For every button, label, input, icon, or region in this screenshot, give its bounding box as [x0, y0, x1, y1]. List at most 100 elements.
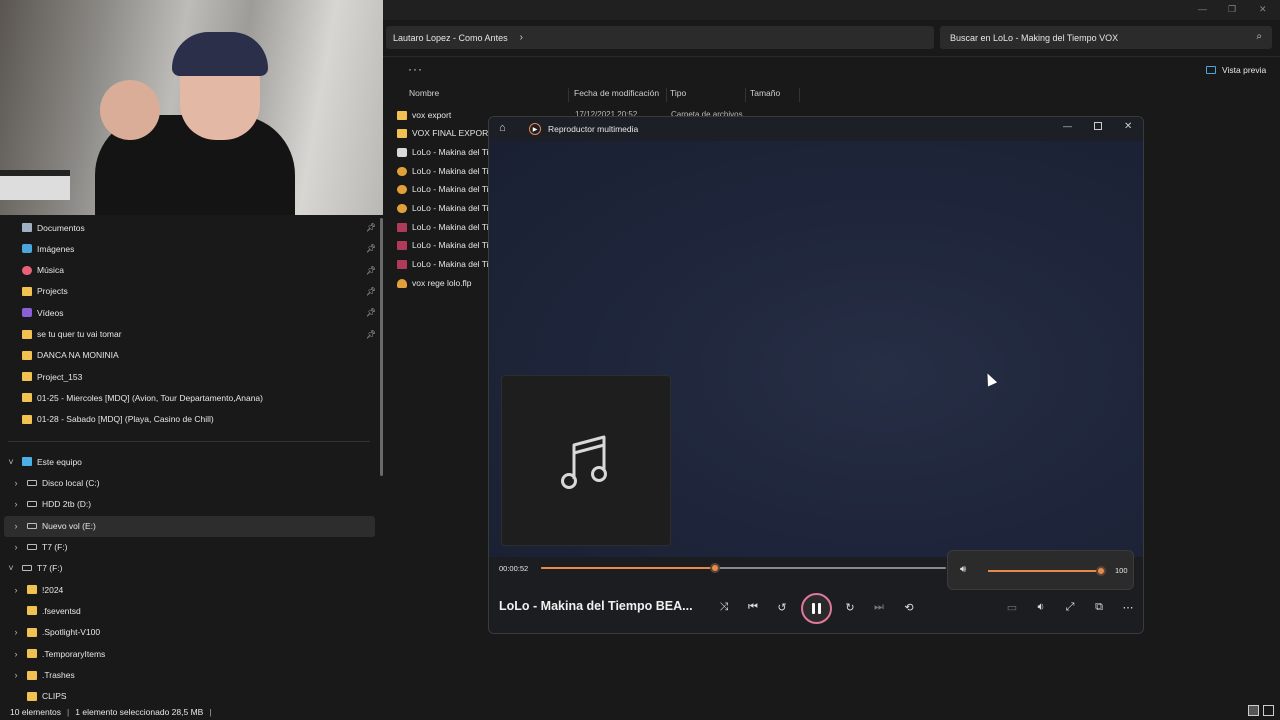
pin-icon[interactable]: 📌︎	[366, 244, 376, 253]
previous-icon[interactable]: ⏮︎	[743, 597, 763, 617]
tree-item-label: .Trashes	[42, 670, 75, 680]
mini-player-icon[interactable]: ⧉	[1089, 597, 1109, 617]
tiles-view-icon[interactable]	[1263, 705, 1274, 716]
chevron-right-icon[interactable]: ›	[11, 499, 21, 509]
column-header-size[interactable]: Tamaño	[746, 88, 800, 102]
quick-access-item[interactable]: Vídeos	[22, 302, 63, 323]
folder-icon	[22, 393, 32, 403]
chevron-right-icon[interactable]: ›	[11, 585, 21, 595]
chevron-right-icon[interactable]: ›	[11, 542, 21, 552]
volume-button-icon[interactable]: 🔉︎	[1031, 597, 1051, 617]
quick-access-item[interactable]: Música	[22, 260, 64, 281]
breadcrumb-chevron-icon[interactable]: ›	[520, 32, 523, 43]
tree-item[interactable]: › Disco local (C:)	[11, 472, 100, 493]
pin-icon[interactable]: 📌︎	[366, 266, 376, 275]
quick-access-item[interactable]: Project_153	[22, 366, 82, 387]
chevron-right-icon[interactable]: ›	[11, 478, 21, 488]
file-row[interactable]: VOX FINAL EXPORT S	[397, 124, 501, 142]
details-view-icon[interactable]	[1248, 705, 1259, 716]
file-row[interactable]: vox rege lolo.flp	[397, 274, 472, 292]
tree-item[interactable]: › T7 (F:)	[11, 536, 68, 557]
drive-icon	[27, 501, 37, 508]
tree-item[interactable]: › .Trashes	[11, 665, 75, 686]
tree-item[interactable]: ˅ T7 (F:)	[6, 558, 62, 579]
address-bar[interactable]: Lautaro Lopez - Como Antes ›	[386, 26, 934, 49]
file-name: LoLo - Makina del Tie	[412, 147, 494, 157]
pin-icon[interactable]: 📌︎	[366, 308, 376, 317]
pause-button[interactable]	[801, 593, 832, 624]
pin-icon[interactable]: 📌︎	[366, 223, 376, 232]
preview-pane-button[interactable]: Vista previa	[1206, 65, 1266, 75]
more-options-icon[interactable]: ⋯	[1118, 597, 1138, 617]
file-row[interactable]: LoLo - Makina del Tie	[397, 218, 493, 236]
volume-slider[interactable]	[988, 566, 1106, 576]
quick-access-item[interactable]: Imágenes	[22, 238, 74, 259]
rar-file-icon	[397, 222, 407, 232]
volume-icon[interactable]: 🔊︎	[960, 564, 966, 575]
tree-item[interactable]: › !2024	[11, 579, 64, 600]
forward-30-icon[interactable]: ↻	[840, 597, 860, 617]
folder-icon	[27, 627, 37, 637]
file-row[interactable]: vox export	[397, 106, 451, 124]
nav-scrollbar[interactable]	[380, 218, 383, 476]
next-icon[interactable]: ⏭︎	[869, 597, 889, 617]
column-header-type[interactable]: Tipo	[666, 88, 746, 102]
folder-icon	[27, 585, 37, 595]
pin-icon[interactable]: 📌︎	[366, 287, 376, 296]
chevron-right-icon[interactable]: ›	[11, 627, 21, 637]
search-icon[interactable]: ⌕	[1256, 31, 1262, 42]
file-row[interactable]: LoLo - Makina del Tie	[397, 143, 493, 161]
quick-access-item[interactable]: se tu quer tu vai tomar	[22, 324, 122, 345]
column-header-date[interactable]: Fecha de modificación	[570, 88, 667, 102]
quick-access-item[interactable]: 01-25 - Miercoles [MDQ] (Avion, Tour Dep…	[22, 387, 263, 408]
pin-icon[interactable]: 📌︎	[366, 330, 376, 339]
tree-item[interactable]: › HDD 2tb (D:)	[11, 494, 92, 515]
tree-item-label: Este equipo	[37, 456, 82, 467]
home-icon[interactable]: ⌂	[499, 122, 506, 134]
quick-access-item[interactable]: Projects	[22, 281, 68, 302]
mp3-file-icon	[397, 203, 407, 213]
minimize-icon[interactable]: —	[1198, 4, 1207, 14]
tree-item[interactable]: ˅ Este equipo	[6, 451, 82, 472]
tree-item[interactable]: .fseventsd	[11, 600, 81, 621]
music-note-icon	[561, 435, 607, 489]
quick-access-item[interactable]: Documentos	[22, 217, 85, 238]
rewind-10-icon[interactable]: ↺	[772, 597, 792, 617]
captions-icon[interactable]: ▭	[1002, 597, 1022, 617]
tree-item[interactable]: › Nuevo vol (E:)	[11, 515, 96, 536]
tree-item-label: T7 (F:)	[42, 541, 68, 552]
mp3-file-icon	[397, 184, 407, 194]
close-icon[interactable]: ✕	[1259, 4, 1267, 15]
column-header-name[interactable]: Nombre	[405, 88, 569, 102]
chevron-right-icon[interactable]: ›	[11, 649, 21, 659]
file-row[interactable]: LoLo - Makina del Tie	[397, 255, 493, 273]
file-row[interactable]: LoLo - Makina del Tie	[397, 180, 493, 198]
item-count: 10 elementos	[10, 706, 62, 717]
tree-item[interactable]: › .TemporaryItems	[11, 643, 106, 664]
quick-access-item[interactable]: 01-28 - Sabado [MDQ] (Playa, Casino de C…	[22, 409, 214, 430]
breadcrumb[interactable]: Lautaro Lopez - Como Antes	[393, 33, 508, 43]
file-name: LoLo - Makina del Tie	[412, 240, 494, 250]
volume-thumb[interactable]	[1096, 566, 1106, 576]
chevron-right-icon[interactable]: ›	[11, 670, 21, 680]
repeat-icon[interactable]: ⟲	[899, 597, 919, 617]
more-options-button[interactable]: ···	[408, 62, 423, 76]
file-row[interactable]: LoLo - Makina del Tie	[397, 236, 493, 254]
player-close-icon[interactable]: ✕	[1124, 121, 1132, 132]
search-input[interactable]: Buscar en LoLo - Making del Tiempo VOX ⌕	[940, 26, 1272, 49]
tree-item[interactable]: › .Spotlight-V100	[11, 622, 101, 643]
chevron-down-icon[interactable]: ˅	[6, 457, 16, 467]
seek-bar[interactable]	[541, 563, 946, 573]
file-row[interactable]: LoLo - Makina del Tie	[397, 162, 493, 180]
player-maximize-icon[interactable]	[1094, 122, 1102, 130]
fullscreen-icon[interactable]: ⤢	[1060, 597, 1080, 617]
quick-access-label: Documentos	[37, 222, 85, 233]
chevron-right-icon[interactable]: ›	[11, 521, 21, 531]
restore-icon[interactable]: ❐	[1228, 4, 1236, 15]
file-row[interactable]: LoLo - Makina del Tie	[397, 199, 493, 217]
player-minimize-icon[interactable]: —	[1063, 121, 1072, 131]
shuffle-icon[interactable]: ⤨	[714, 597, 734, 617]
chevron-down-icon[interactable]: ˅	[6, 563, 16, 573]
tree-item-label: Nuevo vol (E:)	[42, 520, 96, 531]
quick-access-item[interactable]: DANCA NA MONINIA	[22, 345, 119, 366]
